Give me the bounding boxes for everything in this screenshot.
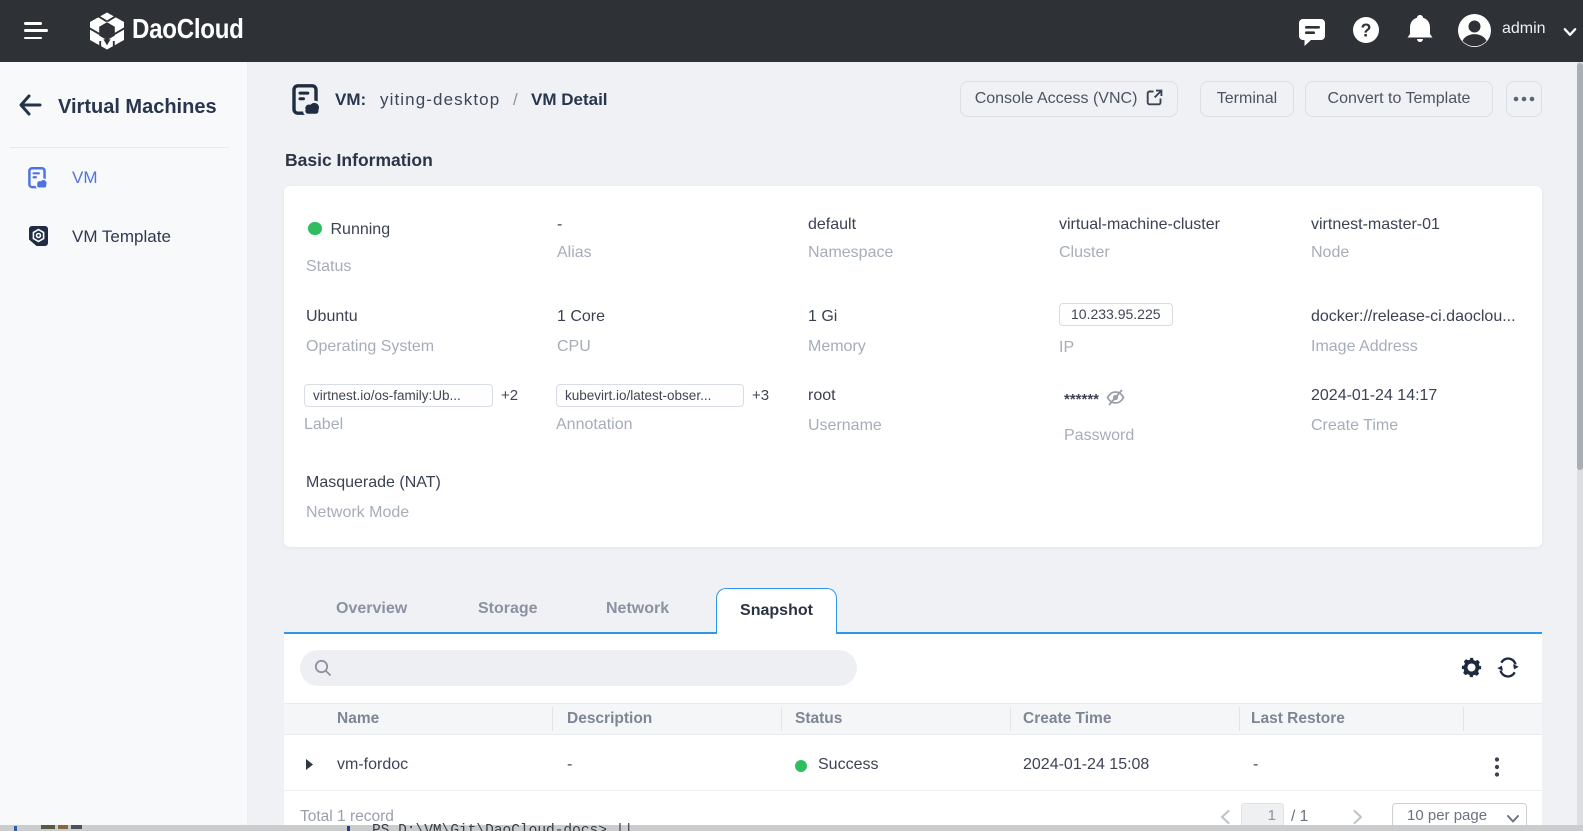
svg-text:?: ? <box>1361 21 1372 41</box>
